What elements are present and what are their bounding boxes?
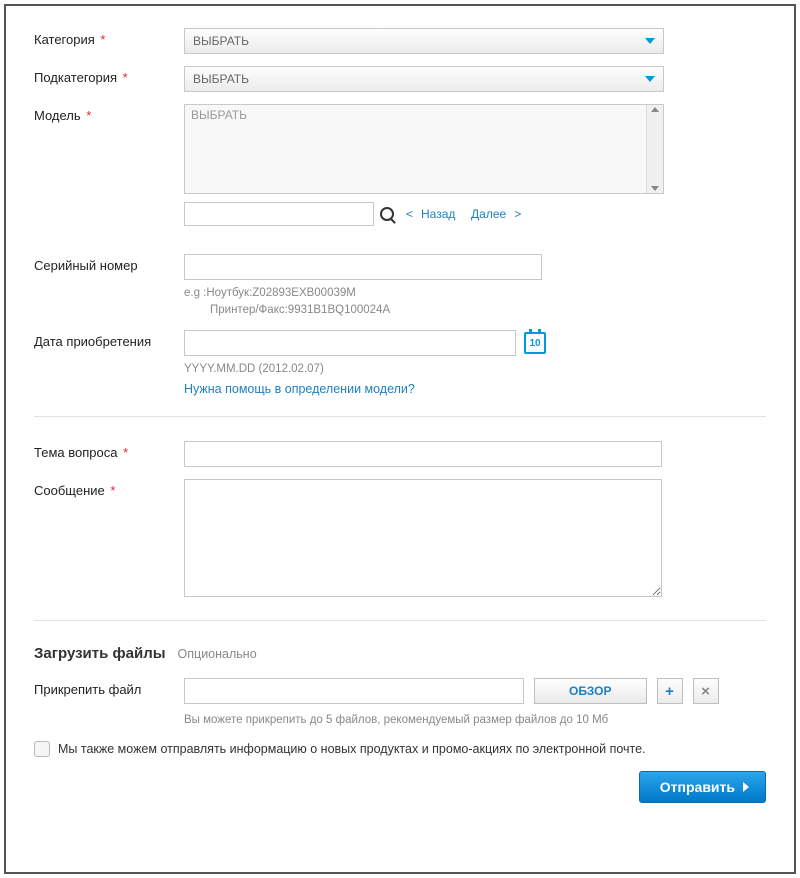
row-purchase-date: Дата приобретения 10 YYYY.MM.DD (2012.02…: [34, 330, 766, 396]
row-attach: Прикрепить файл ОБЗОР + × Вы можете прик…: [34, 678, 766, 729]
message-textarea[interactable]: [184, 479, 662, 597]
section-divider: [34, 620, 766, 621]
select-value: ВЫБРАТЬ: [193, 34, 249, 48]
label-subject: Тема вопроса *: [34, 441, 184, 460]
bracket-right: >: [514, 207, 521, 221]
consent-checkbox[interactable]: [34, 741, 50, 757]
subcategory-select[interactable]: ВЫБРАТЬ: [184, 66, 664, 92]
hint-line: Принтер/Факс:9931B1BQ100024A: [184, 302, 766, 319]
model-listbox[interactable]: ВЫБРАТЬ: [184, 104, 664, 194]
submit-button[interactable]: Отправить: [639, 771, 766, 803]
remove-file-button[interactable]: ×: [693, 678, 719, 704]
label-text: Прикрепить файл: [34, 682, 141, 697]
arrow-right-icon: [743, 782, 749, 792]
search-icon[interactable]: [380, 207, 394, 221]
required-mark: *: [108, 483, 115, 498]
row-subcategory: Подкатегория * ВЫБРАТЬ: [34, 66, 766, 92]
section-divider: [34, 416, 766, 417]
file-path-input[interactable]: [184, 678, 524, 704]
label-text: Модель: [34, 108, 81, 123]
label-subcategory: Подкатегория *: [34, 66, 184, 85]
label-category: Категория *: [34, 28, 184, 47]
consent-text: Мы также можем отправлять информацию о н…: [58, 742, 646, 756]
upload-optional: Опционально: [178, 647, 257, 661]
calendar-day: 10: [529, 338, 540, 349]
label-message: Сообщение *: [34, 479, 184, 498]
label-text: Тема вопроса: [34, 445, 117, 460]
row-model: Модель * ВЫБРАТЬ < Назад Далее >: [34, 104, 766, 242]
upload-title: Загрузить файлы: [34, 645, 166, 662]
model-search-row: < Назад Далее >: [184, 202, 766, 226]
label-text: Сообщение: [34, 483, 105, 498]
upload-header: Загрузить файлы Опционально: [34, 645, 766, 662]
required-mark: *: [121, 70, 128, 85]
label-serial: Серийный номер: [34, 254, 184, 273]
model-search-input[interactable]: [184, 202, 374, 226]
label-text: Серийный номер: [34, 258, 138, 273]
label-text: Дата приобретения: [34, 334, 151, 349]
model-help-link[interactable]: Нужна помощь в определении модели?: [184, 382, 415, 396]
model-placeholder: ВЫБРАТЬ: [191, 108, 247, 122]
chevron-down-icon: [645, 38, 655, 44]
submit-row: Отправить: [34, 771, 766, 803]
row-subject: Тема вопроса *: [34, 441, 766, 467]
chevron-down-icon: [645, 76, 655, 82]
category-select[interactable]: ВЫБРАТЬ: [184, 28, 664, 54]
upload-hint: Вы можете прикрепить до 5 файлов, рекоме…: [184, 712, 766, 729]
scrollbar[interactable]: [646, 105, 663, 193]
subject-input[interactable]: [184, 441, 662, 467]
submit-label: Отправить: [660, 779, 735, 795]
label-purchase-date: Дата приобретения: [34, 330, 184, 349]
next-link[interactable]: Далее: [471, 207, 506, 221]
add-file-button[interactable]: +: [657, 678, 683, 704]
scroll-up-icon: [651, 107, 659, 112]
serial-input[interactable]: [184, 254, 542, 280]
calendar-icon[interactable]: 10: [524, 332, 546, 354]
form-container: Категория * ВЫБРАТЬ Подкатегория * ВЫБРА…: [4, 4, 796, 874]
row-serial: Серийный номер e.g :Ноутбук:Z02893EXB000…: [34, 254, 766, 318]
purchase-date-input[interactable]: [184, 330, 516, 356]
prev-link[interactable]: Назад: [421, 207, 455, 221]
select-value: ВЫБРАТЬ: [193, 72, 249, 86]
date-hint: YYYY.MM.DD (2012.02.07): [184, 361, 766, 378]
consent-row: Мы также можем отправлять информацию о н…: [34, 741, 766, 757]
row-message: Сообщение *: [34, 479, 766, 600]
required-mark: *: [121, 445, 128, 460]
label-attach: Прикрепить файл: [34, 678, 184, 697]
required-mark: *: [98, 32, 105, 47]
label-model: Модель *: [34, 104, 184, 123]
bracket-left: <: [406, 207, 413, 221]
browse-button[interactable]: ОБЗОР: [534, 678, 647, 704]
label-text: Категория: [34, 32, 95, 47]
scroll-down-icon: [651, 186, 659, 191]
required-mark: *: [84, 108, 91, 123]
label-text: Подкатегория: [34, 70, 117, 85]
serial-hint: e.g :Ноутбук:Z02893EXB00039M Принтер/Фак…: [184, 285, 766, 318]
hint-line: e.g :Ноутбук:Z02893EXB00039M: [184, 285, 766, 302]
row-category: Категория * ВЫБРАТЬ: [34, 28, 766, 54]
